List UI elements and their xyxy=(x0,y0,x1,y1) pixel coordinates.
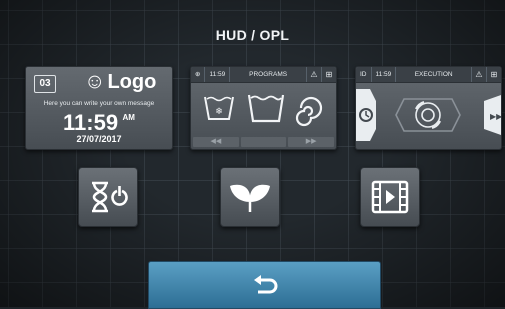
execution-graphic: ▶▶ xyxy=(356,89,501,141)
next-arrow-icon: ▶▶ xyxy=(484,95,501,135)
grid-menu-icon: ⊞ xyxy=(321,67,336,82)
hourglass-power-icon xyxy=(92,181,128,213)
programs-top-bar: ⊕ 11:59 PROGRAMS ⚠ ⊞ xyxy=(191,67,336,83)
forward-icon: ▶▶ xyxy=(288,137,335,147)
clock-date: 27/07/2017 xyxy=(76,134,122,144)
screen-number-badge: 03 xyxy=(34,75,56,93)
execution-id: ID xyxy=(356,67,372,82)
eco-button[interactable] xyxy=(220,167,280,227)
rewind-icon: ◀◀ xyxy=(193,137,239,147)
svg-text:❄: ❄ xyxy=(215,107,223,117)
custom-message: Here you can write your own message xyxy=(43,100,155,107)
clock-ampm: AM xyxy=(122,113,135,122)
timer-power-button[interactable] xyxy=(78,167,138,227)
back-arrow-icon xyxy=(253,275,277,294)
wash-tub-icon xyxy=(247,94,285,123)
programs-screen-card[interactable]: ⊕ 11:59 PROGRAMS ⚠ ⊞ ❄ ◀◀ ▶▶ xyxy=(190,66,337,150)
grid-menu-icon: ⊞ xyxy=(486,67,501,82)
clock: 11:59 AM xyxy=(26,110,172,136)
user-icon: ⚠ xyxy=(471,67,486,82)
programs-title: PROGRAMS xyxy=(249,71,288,78)
clock-time: 11:59 xyxy=(63,110,119,135)
programs-time: 11:59 xyxy=(205,67,231,82)
snowflake-wash-icon: ❄ xyxy=(204,96,234,120)
side-panel-icon xyxy=(356,89,376,141)
execution-time: 11:59 xyxy=(372,67,397,82)
execution-screen-card[interactable]: ID 11:59 EXECUTION ⚠ ⊞ ▶▶ xyxy=(355,66,502,150)
logo: ☺ Logo xyxy=(84,70,156,94)
eco-leaves-icon xyxy=(230,184,270,212)
user-icon: ⚠ xyxy=(306,67,321,82)
back-button[interactable] xyxy=(148,261,381,309)
logo-text: Logo xyxy=(107,71,157,93)
execution-top-bar: ID 11:59 EXECUTION ⚠ ⊞ xyxy=(356,67,501,83)
programs-bottom-bar: ◀◀ ▶▶ xyxy=(193,137,335,147)
page-title: HUD / OPL xyxy=(215,27,290,43)
lock-key-icon: ⊕ xyxy=(191,67,206,82)
smiley-icon: ☺ xyxy=(84,70,106,93)
spiral-program-icon xyxy=(295,96,323,127)
svg-text:▶▶: ▶▶ xyxy=(490,112,501,121)
video-button[interactable] xyxy=(360,167,420,227)
video-film-icon xyxy=(371,180,409,214)
logo-screen-card[interactable]: 03 ☺ Logo Here you can write your own me… xyxy=(25,66,173,150)
progress-segment xyxy=(240,137,287,147)
program-icons: ❄ xyxy=(204,94,323,127)
execution-title: EXECUTION xyxy=(414,71,453,78)
drum-rotation-icon xyxy=(395,98,461,132)
